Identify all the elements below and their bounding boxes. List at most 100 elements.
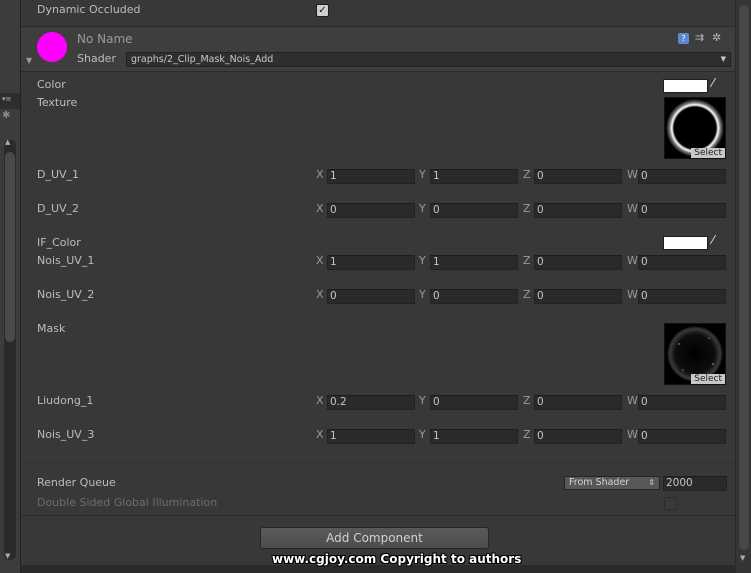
- updown-arrow-icon: ⇕: [648, 478, 655, 487]
- if-color-swatch[interactable]: [663, 236, 708, 250]
- vector-label: Liudong_1: [37, 394, 94, 407]
- vector-field-x[interactable]: 0.2: [327, 395, 415, 410]
- scroll-up-icon[interactable]: ▲: [5, 138, 10, 146]
- mask-label: Mask: [37, 322, 66, 335]
- vector-field-x[interactable]: 0: [327, 289, 415, 304]
- vector-field-y[interactable]: 1: [430, 255, 518, 270]
- double-sided-gi-label: Double Sided Global Illumination: [37, 496, 218, 509]
- scroll-down-icon[interactable]: ▼: [740, 554, 745, 562]
- menu-icon[interactable]: ▾≡: [2, 95, 11, 103]
- axis-label-x: X: [316, 202, 324, 215]
- if-color-label: IF_Color: [37, 236, 81, 249]
- double-sided-gi-checkbox[interactable]: [664, 497, 677, 510]
- axis-label-z: Z: [523, 394, 531, 407]
- mask-select-button[interactable]: Select: [691, 374, 725, 384]
- pin-icon[interactable]: ✱: [2, 110, 10, 121]
- render-queue-dropdown[interactable]: From Shader ⇕: [564, 476, 660, 490]
- shader-label: Shader: [77, 52, 116, 65]
- vector-label: Nois_UV_2: [37, 288, 95, 301]
- vector-field-z[interactable]: 0: [534, 395, 622, 410]
- axis-label-z: Z: [523, 168, 531, 181]
- watermark: www.cgjoy.com Copyright to authors: [272, 552, 522, 566]
- axis-label-y: Y: [419, 168, 426, 181]
- axis-label-z: Z: [523, 288, 531, 301]
- left-scrollbar-thumb[interactable]: [5, 152, 15, 342]
- axis-label-w: W: [627, 428, 638, 441]
- vector-field-z[interactable]: 0: [534, 203, 622, 218]
- eyedropper-icon[interactable]: ⁄: [712, 76, 714, 90]
- vector-field-y[interactable]: 0: [430, 203, 518, 218]
- foldout-arrow-icon[interactable]: ▼: [26, 56, 32, 65]
- eyedropper-icon[interactable]: ⁄: [712, 233, 714, 247]
- axis-label-y: Y: [419, 202, 426, 215]
- vector-label: Nois_UV_3: [37, 428, 95, 441]
- axis-label-z: Z: [523, 202, 531, 215]
- divider: [21, 515, 735, 516]
- help-icon[interactable]: ?: [678, 33, 689, 44]
- texture-select-button[interactable]: Select: [691, 148, 725, 158]
- dropdown-arrow-icon: ▼: [720, 55, 726, 63]
- vector-field-w[interactable]: 0: [638, 289, 726, 304]
- vector-field-x[interactable]: 1: [327, 169, 415, 184]
- axis-label-w: W: [627, 254, 638, 267]
- material-name: No Name: [77, 32, 133, 46]
- dynamic-occluded-checkbox[interactable]: ✓: [316, 4, 329, 17]
- left-panel-strip: ▾≡ ✱ ▲ ▼: [0, 0, 21, 573]
- axis-label-y: Y: [419, 254, 426, 267]
- texture-label: Texture: [37, 96, 78, 109]
- mask-texture-slot[interactable]: Select: [664, 323, 726, 385]
- render-queue-label: Render Queue: [37, 476, 116, 489]
- right-scrollbar[interactable]: ▼: [735, 0, 751, 573]
- divider: [21, 463, 735, 464]
- axis-label-z: Z: [523, 254, 531, 267]
- divider: [21, 71, 735, 72]
- axis-label-w: W: [627, 394, 638, 407]
- vector-field-z[interactable]: 0: [534, 169, 622, 184]
- scroll-down-icon[interactable]: ▼: [5, 552, 10, 560]
- axis-label-w: W: [627, 202, 638, 215]
- vector-field-y[interactable]: 1: [430, 169, 518, 184]
- axis-label-z: Z: [523, 428, 531, 441]
- axis-label-y: Y: [419, 394, 426, 407]
- vector-field-x[interactable]: 1: [327, 429, 415, 444]
- axis-label-w: W: [627, 288, 638, 301]
- shader-value: graphs/2_Clip_Mask_Nois_Add: [131, 54, 274, 65]
- vector-field-z[interactable]: 0: [534, 289, 622, 304]
- vector-label: D_UV_2: [37, 202, 80, 215]
- vector-label: D_UV_1: [37, 168, 80, 181]
- axis-label-x: X: [316, 288, 324, 301]
- color-label: Color: [37, 78, 66, 91]
- axis-label-x: X: [316, 394, 324, 407]
- vector-field-y[interactable]: 0: [430, 395, 518, 410]
- axis-label-x: X: [316, 168, 324, 181]
- axis-label-y: Y: [419, 288, 426, 301]
- material-preview-icon[interactable]: [37, 32, 67, 62]
- vector-field-x[interactable]: 0: [327, 203, 415, 218]
- vector-label: Nois_UV_1: [37, 254, 95, 267]
- axis-label-x: X: [316, 428, 324, 441]
- axis-label-x: X: [316, 254, 324, 267]
- vector-field-z[interactable]: 0: [534, 255, 622, 270]
- vector-field-w[interactable]: 0: [638, 203, 726, 218]
- right-scrollbar-thumb[interactable]: [739, 5, 749, 550]
- vector-field-w[interactable]: 0: [638, 255, 726, 270]
- vector-field-y[interactable]: 0: [430, 289, 518, 304]
- render-queue-value-field[interactable]: 2000: [663, 476, 727, 491]
- vector-field-w[interactable]: 0: [638, 429, 726, 444]
- left-panel-tab[interactable]: ▾≡: [0, 93, 20, 109]
- vector-field-z[interactable]: 0: [534, 429, 622, 444]
- vector-field-w[interactable]: 0: [638, 395, 726, 410]
- render-queue-mode: From Shader: [569, 477, 630, 488]
- vector-field-x[interactable]: 1: [327, 255, 415, 270]
- color-swatch[interactable]: [663, 79, 708, 93]
- vector-field-w[interactable]: 0: [638, 169, 726, 184]
- vector-field-y[interactable]: 1: [430, 429, 518, 444]
- add-component-button[interactable]: Add Component: [260, 527, 489, 549]
- shader-dropdown[interactable]: graphs/2_Clip_Mask_Nois_Add ▼: [126, 52, 731, 67]
- bottom-bar: [21, 565, 735, 573]
- gear-icon[interactable]: ✲: [712, 31, 721, 44]
- texture-slot[interactable]: Select: [664, 97, 726, 159]
- preset-icon[interactable]: ⇉: [695, 31, 704, 44]
- dynamic-occluded-label: Dynamic Occluded: [37, 3, 141, 16]
- axis-label-y: Y: [419, 428, 426, 441]
